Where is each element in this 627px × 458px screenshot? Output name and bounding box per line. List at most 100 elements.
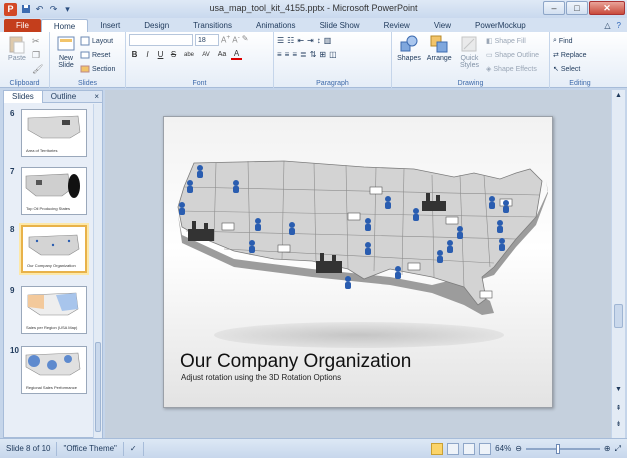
character-spacing-button[interactable]: AV (199, 49, 213, 60)
slide-thumbnail-10[interactable]: Regional Sales Performance (21, 346, 87, 394)
shapes-button[interactable]: Shapes (395, 34, 423, 62)
select-button[interactable]: ↖ Select (553, 63, 607, 75)
paste-button[interactable]: Paste (3, 34, 31, 62)
change-case-button[interactable]: Aa (215, 49, 229, 60)
person-icon[interactable] (385, 196, 391, 209)
strikethrough-button[interactable]: S (168, 49, 179, 60)
italic-button[interactable]: I (142, 49, 153, 60)
smartart-icon[interactable]: ◫ (329, 50, 337, 59)
person-icon[interactable] (179, 202, 185, 215)
cut-icon[interactable]: ✂ (32, 36, 43, 47)
person-icon[interactable] (255, 218, 261, 231)
theme-name[interactable]: "Office Theme" (57, 441, 124, 456)
person-icon[interactable] (447, 240, 453, 253)
layout-button[interactable]: Layout (80, 35, 115, 47)
office-icon[interactable] (407, 262, 421, 271)
tab-design[interactable]: Design (132, 19, 181, 32)
reading-view-button[interactable] (463, 442, 476, 455)
person-icon[interactable] (365, 218, 371, 231)
slide-thumbnail-9[interactable]: Sales per Region (USA Map) (21, 286, 87, 334)
zoom-level[interactable]: 64% (495, 444, 511, 453)
person-icon[interactable] (289, 222, 295, 235)
align-left-icon[interactable]: ≡ (277, 50, 282, 59)
slides-panel-scrollbar[interactable] (93, 104, 102, 438)
align-center-icon[interactable]: ≡ (285, 50, 290, 59)
scrollbar-thumb[interactable] (95, 342, 101, 432)
slide-title[interactable]: Our Company Organization (180, 351, 411, 373)
slide-scrollbar[interactable]: ▲ ▼ ⇞ ⇟ (611, 90, 625, 438)
shape-outline-button[interactable]: ▭ Shape Outline (486, 49, 539, 61)
increase-indent-icon[interactable]: ⇥ (307, 36, 314, 45)
clear-formatting-icon[interactable]: ✎ (242, 34, 249, 46)
scrollbar-thumb[interactable] (614, 304, 623, 328)
shrink-font-icon[interactable]: A- (232, 34, 240, 46)
arrange-button[interactable]: Arrange (425, 34, 453, 62)
person-icon[interactable] (187, 180, 193, 193)
tab-file[interactable]: File (4, 19, 41, 32)
person-icon[interactable] (249, 240, 255, 253)
tab-home[interactable]: Home (40, 19, 89, 32)
person-icon[interactable] (503, 200, 509, 213)
new-slide-button[interactable]: New Slide (53, 34, 79, 69)
scroll-down-icon[interactable]: ▼ (614, 386, 623, 395)
zoom-slider-knob[interactable] (555, 443, 560, 454)
font-name-combo[interactable] (129, 34, 193, 46)
next-slide-icon[interactable]: ⇟ (614, 420, 623, 429)
decrease-indent-icon[interactable]: ⇤ (297, 36, 304, 45)
current-slide[interactable]: Our Company Organization Adjust rotation… (163, 116, 553, 408)
fit-slide-icon[interactable]: ⤢ (615, 444, 621, 454)
grow-font-icon[interactable]: A+ (221, 34, 230, 46)
slide-show-button[interactable] (479, 442, 492, 455)
line-spacing-icon[interactable]: ↕ (317, 36, 321, 45)
bold-button[interactable]: B (129, 49, 140, 60)
underline-button[interactable]: U (155, 49, 166, 60)
shape-effects-button[interactable]: ◈ Shape Effects (486, 63, 539, 75)
normal-view-button[interactable] (431, 442, 444, 455)
slide-subtitle[interactable]: Adjust rotation using the 3D Rotation Op… (181, 373, 341, 382)
usa-3d-map[interactable] (164, 117, 553, 347)
slide-sorter-button[interactable] (447, 442, 460, 455)
minimize-ribbon-icon[interactable]: △ (604, 21, 610, 30)
person-icon[interactable] (197, 165, 203, 178)
spell-check-icon[interactable]: ✓ (124, 441, 144, 456)
tab-outline[interactable]: Outline (43, 91, 84, 103)
replace-button[interactable]: ⇄ Replace (553, 49, 607, 61)
tab-transitions[interactable]: Transitions (181, 19, 244, 32)
person-icon[interactable] (413, 208, 419, 221)
tab-review[interactable]: Review (372, 19, 422, 32)
tab-slides[interactable]: Slides (4, 90, 43, 103)
person-icon[interactable] (395, 266, 401, 279)
person-icon[interactable] (345, 276, 351, 289)
slide-thumbnail-7[interactable]: Top Oil Producing States (21, 167, 87, 215)
office-icon[interactable] (221, 222, 235, 231)
person-icon[interactable] (365, 242, 371, 255)
reset-button[interactable]: Reset (80, 49, 115, 61)
align-right-icon[interactable]: ≡ (292, 50, 297, 59)
font-color-button[interactable]: A (231, 49, 242, 60)
font-size-combo[interactable]: 18 (195, 34, 219, 46)
zoom-out-icon[interactable]: ⊖ (515, 444, 522, 453)
help-icon[interactable]: ? (617, 21, 621, 30)
zoom-in-icon[interactable]: ⊕ (604, 444, 611, 453)
text-direction-icon[interactable]: ⇅ (310, 50, 317, 59)
copy-icon[interactable]: ❐ (32, 50, 43, 61)
quick-styles-button[interactable]: Quick Styles (455, 34, 483, 69)
person-icon[interactable] (497, 220, 503, 233)
tab-insert[interactable]: Insert (88, 19, 132, 32)
maximize-button[interactable]: □ (566, 1, 588, 15)
format-painter-icon[interactable]: 🖌 (32, 64, 43, 75)
person-icon[interactable] (437, 250, 443, 263)
tab-powermockup[interactable]: PowerMockup (463, 19, 538, 32)
office-icon[interactable] (277, 244, 291, 253)
person-icon[interactable] (457, 226, 463, 239)
zoom-slider[interactable] (525, 443, 600, 454)
previous-slide-icon[interactable]: ⇞ (614, 404, 623, 413)
office-icon[interactable] (347, 212, 361, 221)
close-button[interactable]: ✕ (589, 1, 625, 15)
office-icon[interactable] (479, 290, 493, 299)
text-shadow-button[interactable]: abe (181, 49, 197, 60)
scroll-up-icon[interactable]: ▲ (614, 92, 623, 101)
slide-thumbnail-8[interactable]: Our Company Organization (21, 225, 87, 273)
find-button[interactable]: ⌕ Find (553, 35, 607, 47)
office-icon[interactable] (445, 216, 459, 225)
